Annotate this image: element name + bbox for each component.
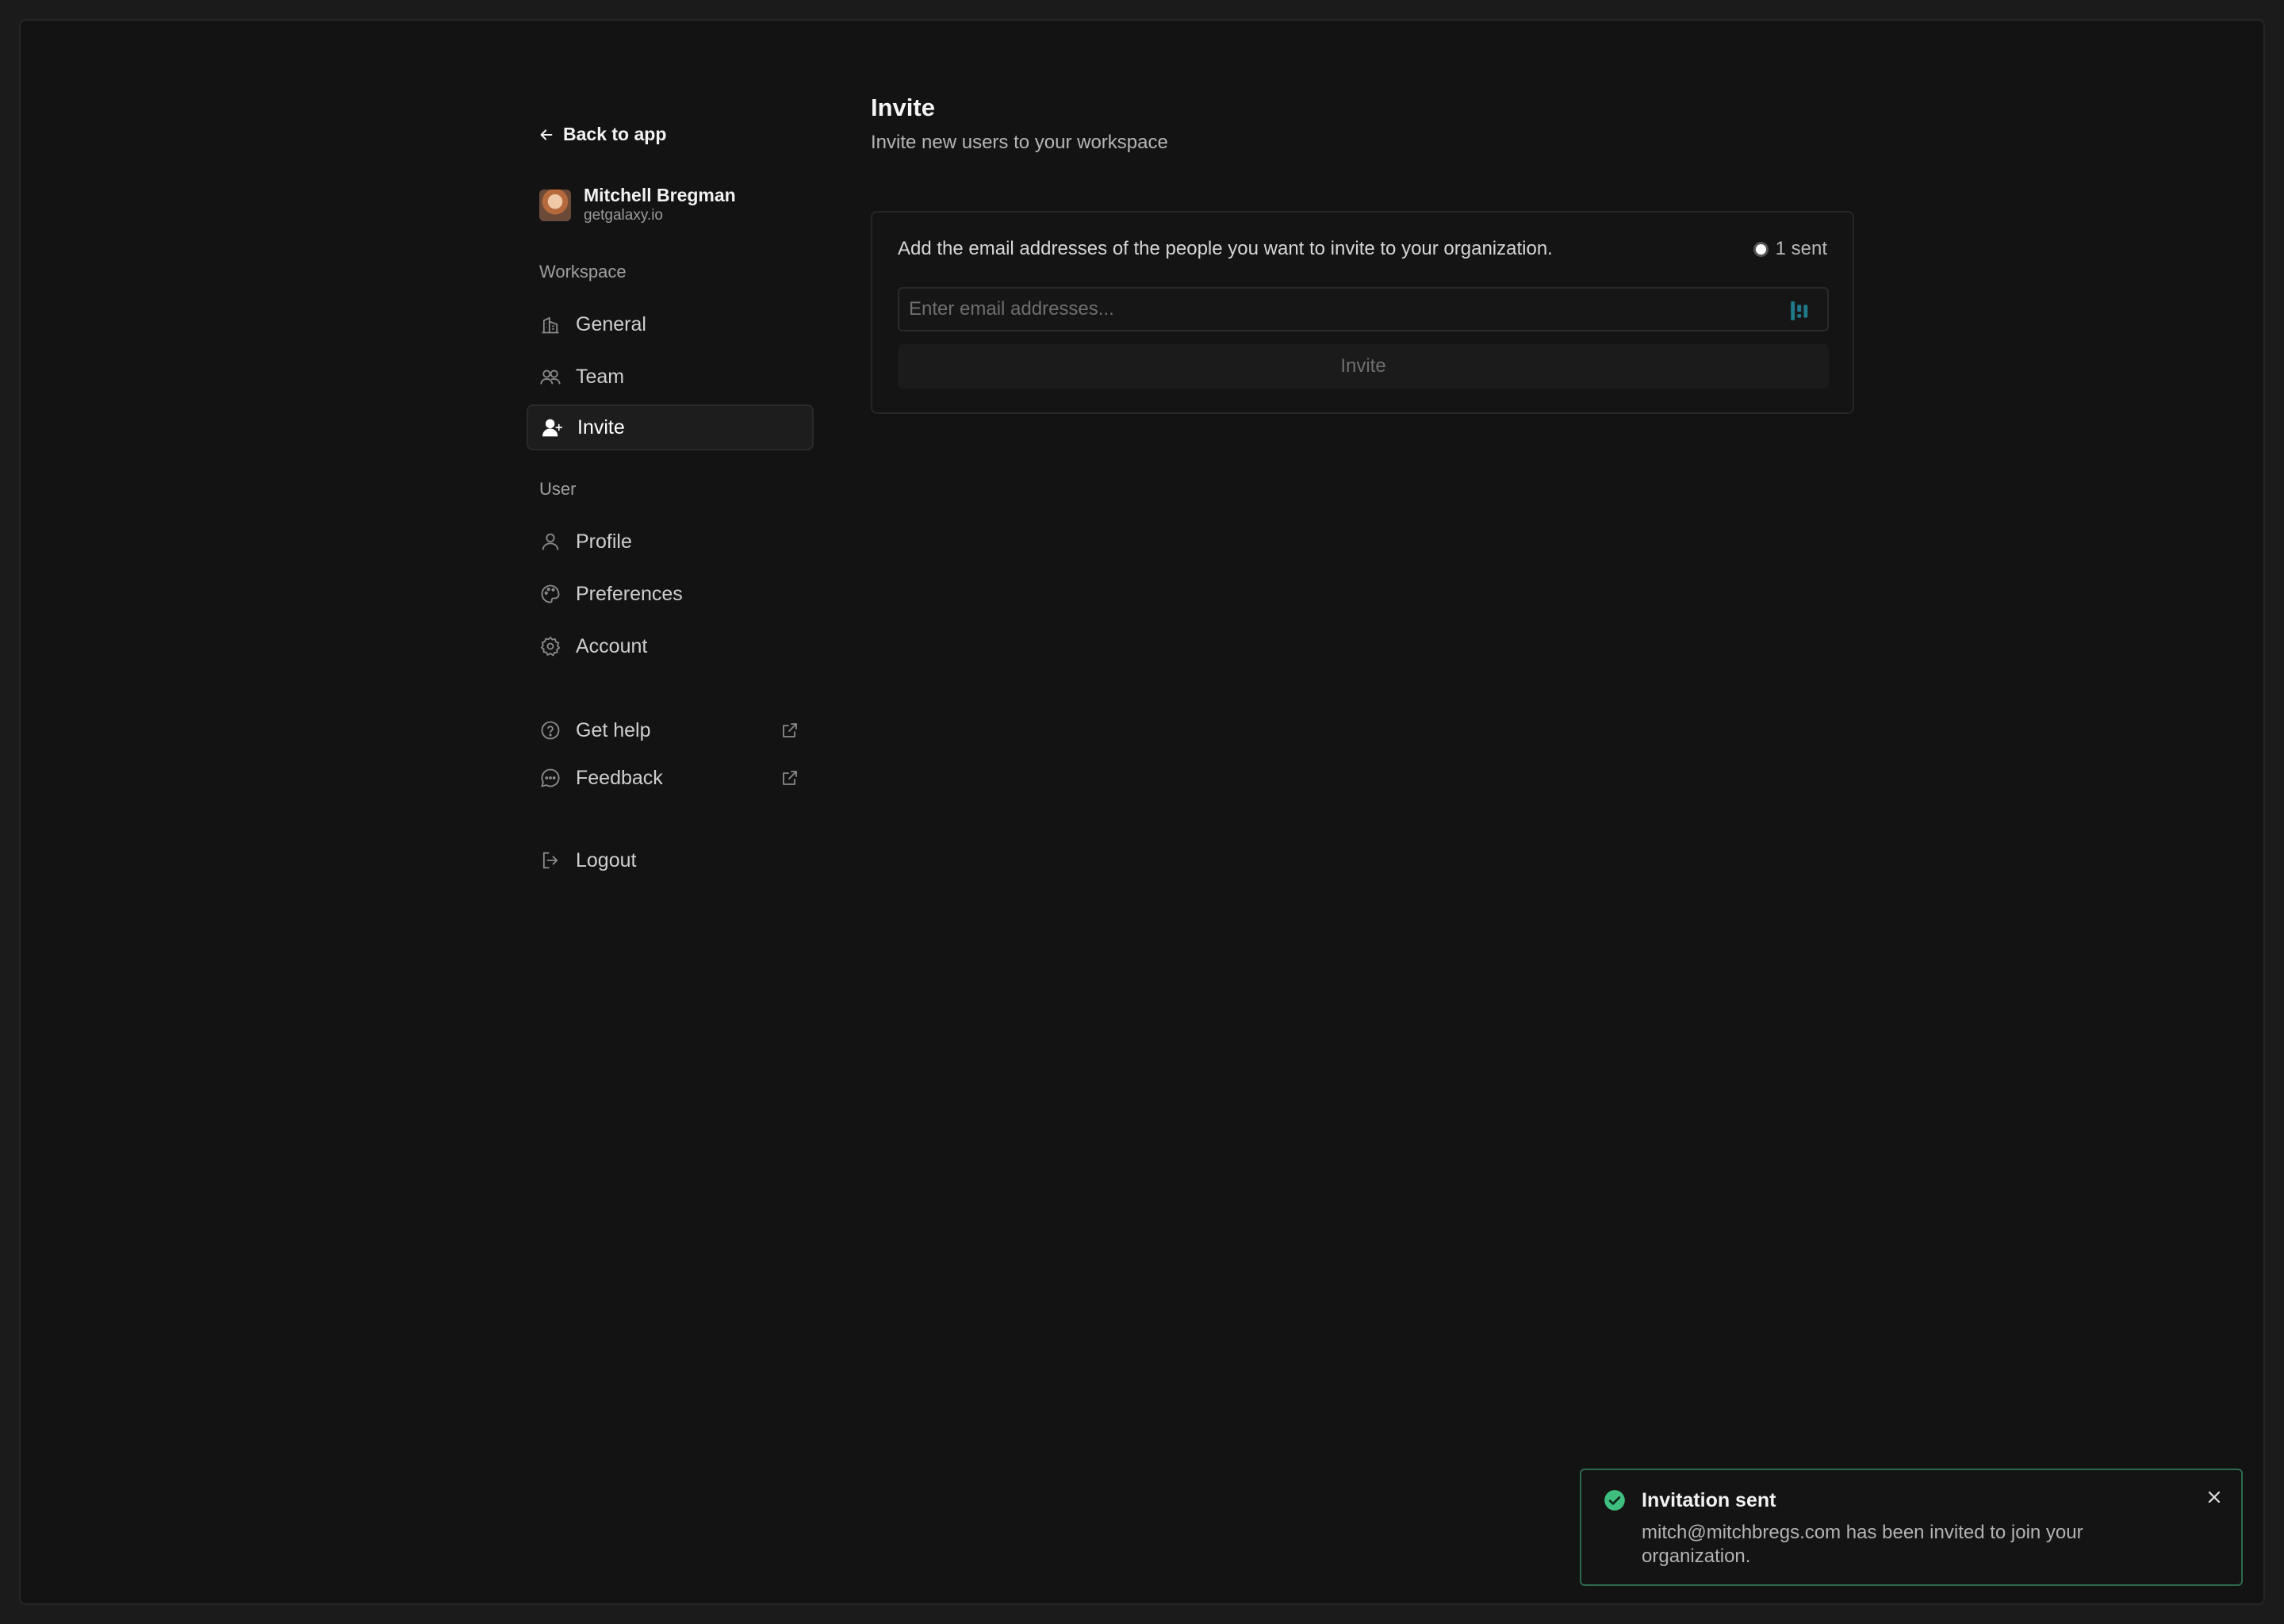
main-content: Invite Invite new users to your workspac… — [871, 94, 1854, 414]
users-icon — [540, 370, 561, 385]
logout-icon — [542, 852, 558, 869]
user-section-label: User — [539, 479, 577, 499]
gear-icon — [540, 636, 561, 657]
external-link-icon — [783, 771, 797, 785]
palette-icon — [541, 584, 560, 603]
invite-card: Add the email addresses of the people yo… — [871, 211, 1854, 414]
back-to-app-label: Back to app — [563, 124, 667, 144]
building-icon — [542, 316, 559, 334]
sidebar-item-label: Feedback — [576, 766, 663, 789]
sidebar-item-label: Team — [576, 365, 625, 388]
email-input[interactable] — [899, 289, 1827, 330]
sidebar-item-label: Preferences — [576, 582, 683, 605]
invite-button[interactable]: Invite — [898, 344, 1829, 389]
sidebar-item-preferences[interactable]: Preferences — [527, 571, 814, 617]
sidebar-item-account[interactable]: Account — [527, 623, 814, 669]
sidebar-item-profile[interactable]: Profile — [527, 519, 814, 565]
sent-count-badge: 1 sent — [1755, 238, 1827, 260]
app-window: Back to app Mitchell Bregman getgalaxy.i… — [19, 19, 2265, 1605]
sidebar-item-feedback[interactable]: Feedback — [527, 755, 814, 801]
user-icon — [542, 533, 559, 550]
check-circle-icon — [1604, 1490, 1625, 1511]
page-title: Invite — [871, 94, 935, 121]
invite-description: Add the email addresses of the people yo… — [898, 238, 1553, 259]
password-manager-icon[interactable] — [1789, 300, 1810, 322]
toast-title: Invitation sent — [1642, 1489, 1776, 1511]
page-subtitle: Invite new users to your workspace — [871, 132, 1168, 153]
close-icon[interactable] — [2205, 1488, 2224, 1507]
arrow-left-icon — [540, 128, 553, 140]
sidebar-item-label: Logout — [576, 848, 637, 871]
user-plus-icon — [542, 419, 563, 437]
invitation-toast: Invitation sent mitch@mitchbregs.com has… — [1580, 1469, 2243, 1586]
user-card: Mitchell Bregman getgalaxy.io — [539, 185, 736, 224]
email-input-container — [898, 287, 1829, 331]
sidebar-item-team[interactable]: Team — [527, 354, 814, 400]
user-name: Mitchell Bregman — [584, 185, 736, 205]
status-dot-icon — [1755, 243, 1766, 255]
sidebar-item-logout[interactable]: Logout — [527, 837, 814, 883]
external-link-icon — [783, 723, 797, 737]
sidebar-item-general[interactable]: General — [527, 301, 814, 347]
sidebar-item-label: General — [576, 312, 646, 335]
help-circle-icon — [541, 721, 560, 740]
sidebar-item-label: Get help — [576, 718, 651, 741]
workspace-section-label: Workspace — [539, 262, 627, 282]
sent-count: 1 sent — [1775, 238, 1827, 259]
avatar — [539, 189, 571, 221]
sidebar-item-get-help[interactable]: Get help — [527, 707, 814, 753]
sidebar-item-label: Account — [576, 634, 648, 657]
sidebar-item-label: Invite — [577, 416, 625, 439]
sidebar-item-label: Profile — [576, 530, 632, 553]
sidebar-item-invite[interactable]: Invite — [527, 404, 814, 450]
toast-message: mitch@mitchbregs.com has been invited to… — [1642, 1522, 2083, 1567]
message-circle-icon — [541, 768, 560, 787]
back-to-app-link[interactable]: Back to app — [538, 124, 666, 145]
user-domain: getgalaxy.io — [584, 207, 663, 224]
